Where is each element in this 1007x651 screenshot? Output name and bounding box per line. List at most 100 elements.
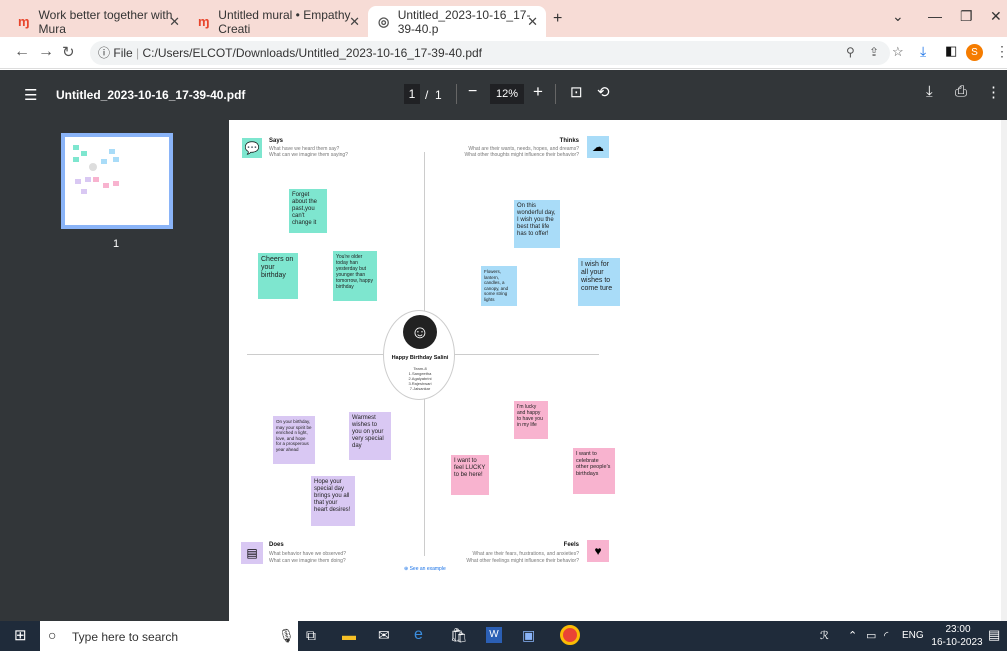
sticky-note[interactable]: Forget about the past,you can't change i… xyxy=(289,189,327,233)
page-thumbnail[interactable] xyxy=(61,133,173,229)
zoom-out-button[interactable]: − xyxy=(468,83,477,101)
menu-icon[interactable]: ⋮ xyxy=(995,43,1007,60)
pdf-title: Untitled_2023-10-16_17-39-40.pdf xyxy=(56,88,246,102)
tab-pdf[interactable]: ◎ Untitled_2023-10-16_17-39-40.p ✕ xyxy=(368,6,546,37)
microphone-icon[interactable]: 🎙 xyxy=(278,628,295,644)
scrollbar[interactable] xyxy=(1001,120,1007,621)
says-title: Says xyxy=(269,138,284,144)
thumbnail-label: 1 xyxy=(113,238,120,250)
more-icon[interactable]: ⋮ xyxy=(986,83,1001,101)
thinks-title: Thinks xyxy=(559,138,579,144)
thinks-question-2: What other thoughts might influence thei… xyxy=(464,152,579,158)
chrome-icon[interactable] xyxy=(560,625,580,645)
windows-start-icon[interactable]: ⊞ xyxy=(14,626,27,644)
print-icon[interactable]: ⎙ xyxy=(955,83,967,100)
heart-icon: ♥ xyxy=(587,540,609,562)
people-icon[interactable]: ℛ xyxy=(820,629,829,642)
window-close-button[interactable]: ✕ xyxy=(990,8,1002,25)
url-bar[interactable]: ⓘ File | C:/Users/ELCOT/Downloads/Untitl… xyxy=(90,41,890,65)
team-list: Team-8 1.Sangeetha 2.Agalyabrini 3.Rajes… xyxy=(408,366,432,391)
notification-icon[interactable]: ▤ xyxy=(988,627,1000,643)
close-icon[interactable]: ✕ xyxy=(349,14,360,30)
fit-page-icon[interactable]: ⊡ xyxy=(570,83,583,101)
clock-time[interactable]: 23:00 xyxy=(938,624,978,635)
download-icon[interactable]: ⤓ xyxy=(926,83,933,100)
mural-logo-icon: ɱ xyxy=(18,13,30,29)
mural-logo-icon: ɱ xyxy=(198,13,210,29)
tab-mural-untitled[interactable]: ɱ Untitled mural • Empathy Creati ✕ xyxy=(188,6,368,37)
forward-button[interactable]: → xyxy=(38,43,54,61)
cloud-icon: ☁ xyxy=(587,136,609,158)
tab-mural-home[interactable]: ɱ Work better together with Mura ✕ xyxy=(8,6,188,37)
search-placeholder: Type here to search xyxy=(72,630,179,644)
word-icon[interactable]: W xyxy=(486,627,502,643)
new-tab-button[interactable]: + xyxy=(553,10,562,28)
avatar[interactable]: S xyxy=(966,44,983,61)
app-icon[interactable]: ▣ xyxy=(522,627,535,644)
edge-icon[interactable]: e xyxy=(414,626,423,644)
feels-question-2: What other feelings might influence thei… xyxy=(466,558,579,564)
close-icon[interactable]: ✕ xyxy=(527,14,538,30)
zoom-in-button[interactable]: + xyxy=(533,82,543,102)
search-icon: ○ xyxy=(48,627,57,643)
see-example-link[interactable]: ⊕ See an example xyxy=(404,566,446,572)
close-icon[interactable]: ✕ xyxy=(169,14,180,30)
sidepanel-icon[interactable]: ◧ xyxy=(945,43,957,59)
sticky-note[interactable]: Warmest wishes to you on your very speci… xyxy=(349,412,391,460)
sticky-note[interactable]: You're older today han yesterday but you… xyxy=(333,251,377,301)
download-icon[interactable]: ⤓ xyxy=(920,43,926,60)
rotate-icon[interactable]: ⟲ xyxy=(597,83,610,101)
store-icon[interactable]: 🛍 xyxy=(450,627,468,644)
feels-title: Feels xyxy=(563,542,579,548)
sticky-note[interactable]: Hope your special day brings you all tha… xyxy=(311,476,355,526)
language-indicator[interactable]: ENG xyxy=(902,630,924,641)
sticky-note[interactable]: Flowers, lantern, candles, a canopy, and… xyxy=(481,266,517,306)
battery-icon[interactable]: ▭ xyxy=(866,629,876,642)
zoom-icon[interactable]: ⚲ xyxy=(846,45,855,59)
address-bar-row: ← → ↻ ⓘ File | C:/Users/ELCOT/Downloads/… xyxy=(0,37,1007,69)
taskbar: ⊞ ○ Type here to search 🎙 ⧉ ▬ ✉ e 🛍 W ▣ … xyxy=(0,621,1007,651)
sticky-note[interactable]: Cheers on your birthday xyxy=(258,253,298,299)
back-button[interactable]: ← xyxy=(14,43,30,61)
feels-question-1: What are their fears, frustrations, and … xyxy=(472,551,579,557)
tab-strip: ɱ Work better together with Mura ✕ ɱ Unt… xyxy=(0,0,1007,37)
sticky-note[interactable]: On this wonderful day, I wish you the be… xyxy=(514,200,560,248)
hamburger-icon[interactable]: ☰ xyxy=(24,86,37,104)
zoom-input[interactable]: 12% xyxy=(490,84,524,104)
restore-button[interactable]: ❐ xyxy=(960,8,973,25)
task-view-icon[interactable]: ⧉ xyxy=(306,627,316,644)
does-question-1: What behavior have we observed? xyxy=(269,551,346,557)
minimize-button[interactable]: — xyxy=(928,8,942,24)
taskbar-search[interactable]: ○ Type here to search 🎙 xyxy=(40,621,298,651)
info-icon: ⓘ xyxy=(98,46,111,60)
share-icon[interactable]: ⇪ xyxy=(869,45,879,59)
clipboard-icon: ▤ xyxy=(241,542,263,564)
wifi-icon[interactable]: ◜ xyxy=(884,629,888,642)
divider xyxy=(456,84,457,104)
speech-bubble-icon: 💬 xyxy=(242,138,262,158)
says-question-2: What can we imagine them saying? xyxy=(269,152,348,158)
persona-name: Happy Birthday Salini xyxy=(391,355,449,361)
sticky-note[interactable]: I'm lucky and happy to have you in my li… xyxy=(514,401,548,439)
mail-icon[interactable]: ✉ xyxy=(378,627,390,644)
clock-date[interactable]: 16-10-2023 xyxy=(929,637,985,648)
page-number-input[interactable]: 1 xyxy=(404,84,420,104)
thumbnail-sidebar: 1 xyxy=(0,120,229,621)
file-explorer-icon[interactable]: ▬ xyxy=(342,627,356,643)
tab-label: Work better together with Mura xyxy=(38,7,173,36)
chevron-up-icon[interactable]: ⌃ xyxy=(848,629,857,642)
page-total: 1 xyxy=(435,88,442,102)
chevron-down-icon[interactable]: ⌄ xyxy=(892,8,904,25)
divider xyxy=(555,84,556,104)
persona-circle: ☺ Happy Birthday Salini Team-8 1.Sangeet… xyxy=(383,310,455,400)
tab-label: Untitled mural • Empathy Creati xyxy=(218,7,351,36)
globe-icon: ◎ xyxy=(378,13,390,29)
does-title: Does xyxy=(269,542,284,548)
does-question-2: What can we imagine them doing? xyxy=(269,558,346,564)
sticky-note[interactable]: I wish for all your wishes to come ture xyxy=(578,258,620,306)
sticky-note[interactable]: On your birthday, may your spirit be enr… xyxy=(273,416,315,464)
reload-button[interactable]: ↻ xyxy=(62,43,75,61)
sticky-note[interactable]: I want to celebrate other people's birth… xyxy=(573,448,615,494)
star-icon[interactable]: ☆ xyxy=(892,44,904,60)
sticky-note[interactable]: I want to feel LUCKY to be here! xyxy=(451,455,489,495)
